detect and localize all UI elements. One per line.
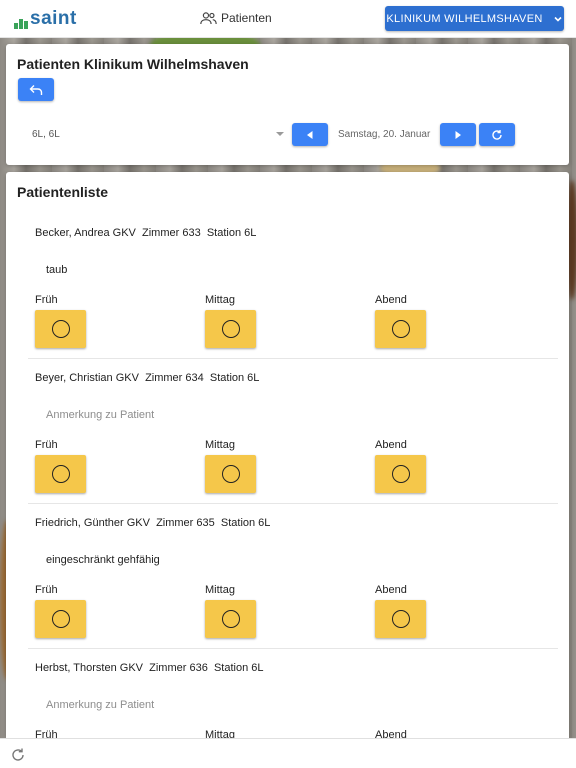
meal-label-breakfast: Früh	[35, 294, 58, 306]
patient-note-input[interactable]: Anmerkung zu Patient	[46, 699, 154, 711]
back-button[interactable]	[18, 78, 54, 101]
station-select[interactable]: 6L, 6L	[32, 124, 288, 144]
breakfast-order-button[interactable]	[35, 600, 86, 638]
circle-icon	[51, 465, 70, 483]
patient-station: Station 6L	[209, 372, 260, 384]
chevron-down-icon	[554, 16, 562, 22]
meal-label-breakfast: Früh	[35, 439, 58, 451]
patient-note[interactable]: eingeschränkt gehfähig	[46, 554, 160, 566]
nav-patients-link[interactable]: Patienten	[200, 11, 272, 25]
meal-label-breakfast: Früh	[35, 729, 58, 738]
patient-row: Beyer, Christian GKV Zimmer 634 Station …	[28, 359, 558, 504]
breakfast-order-button[interactable]	[35, 310, 86, 348]
bottom-bar	[0, 738, 576, 768]
meal-label-lunch: Mittag	[205, 439, 235, 451]
triangle-right-icon	[455, 130, 461, 139]
circle-icon	[51, 320, 70, 338]
station-select-value: 6L, 6L	[32, 128, 60, 140]
patient-list-card: Patientenliste Becker, Andrea GKV Zimmer…	[6, 172, 569, 738]
patient-room: Zimmer 634	[145, 372, 204, 384]
patient-row: Herbst, Thorsten GKV Zimmer 636 Station …	[28, 649, 558, 738]
patient-header[interactable]: Friedrich, Günther GKV Zimmer 635 Statio…	[35, 517, 270, 529]
patient-room: Zimmer 633	[142, 227, 201, 239]
logo-text: saint	[30, 8, 77, 29]
users-icon	[200, 12, 217, 25]
patient-row: Becker, Andrea GKV Zimmer 633 Station 6L…	[28, 214, 558, 359]
meal-label-dinner: Abend	[375, 439, 407, 451]
patient-list-title: Patientenliste	[17, 184, 109, 200]
next-day-button[interactable]	[440, 123, 476, 146]
patient-name: Beyer, Christian GKV	[35, 372, 139, 384]
clinic-select-button[interactable]: KLINIKUM WILHELMSHAVEN	[385, 6, 564, 31]
dropdown-caret-icon	[276, 132, 284, 136]
circle-icon	[391, 610, 410, 628]
patient-name: Herbst, Thorsten GKV	[35, 662, 144, 674]
patient-note-input[interactable]: Anmerkung zu Patient	[46, 409, 154, 421]
undo-arrow-icon	[29, 84, 43, 95]
patient-room: Zimmer 636	[149, 662, 208, 674]
triangle-left-icon	[307, 130, 313, 139]
patient-station: Station 6L	[220, 517, 271, 529]
patient-room: Zimmer 635	[156, 517, 215, 529]
circle-icon	[391, 465, 410, 483]
page-title: Patienten Klinikum Wilhelmshaven	[17, 56, 249, 72]
meal-label-lunch: Mittag	[205, 294, 235, 306]
meal-label-dinner: Abend	[375, 584, 407, 596]
circle-icon	[221, 320, 240, 338]
patient-row: Friedrich, Günther GKV Zimmer 635 Statio…	[28, 504, 558, 649]
current-date: Samstag, 20. Januar	[338, 129, 431, 140]
meal-label-dinner: Abend	[375, 729, 407, 738]
nav-patients-label: Patienten	[221, 11, 272, 25]
lunch-order-button[interactable]	[205, 310, 256, 348]
dinner-order-button[interactable]	[375, 310, 426, 348]
refresh-icon	[492, 129, 502, 140]
reload-icon[interactable]	[10, 747, 26, 763]
patient-station: Station 6L	[213, 662, 264, 674]
dinner-order-button[interactable]	[375, 455, 426, 493]
patient-name: Friedrich, Günther GKV	[35, 517, 150, 529]
top-navigation-bar: saint Patienten KLINIKUM WILHELMSHAVEN	[0, 0, 576, 38]
patient-note[interactable]: taub	[46, 264, 67, 276]
patient-header[interactable]: Becker, Andrea GKV Zimmer 633 Station 6L	[35, 227, 256, 239]
patient-header[interactable]: Beyer, Christian GKV Zimmer 634 Station …	[35, 372, 259, 384]
circle-icon	[221, 610, 240, 628]
circle-icon	[221, 465, 240, 483]
breakfast-order-button[interactable]	[35, 455, 86, 493]
saint-logo[interactable]: saint	[14, 9, 77, 29]
clinic-select-label: KLINIKUM WILHELMSHAVEN	[386, 12, 543, 25]
patient-station: Station 6L	[206, 227, 257, 239]
previous-day-button[interactable]	[292, 123, 328, 146]
lunch-order-button[interactable]	[205, 455, 256, 493]
refresh-button[interactable]	[479, 123, 515, 146]
meal-label-dinner: Abend	[375, 294, 407, 306]
patient-name: Becker, Andrea GKV	[35, 227, 136, 239]
meal-label-lunch: Mittag	[205, 584, 235, 596]
circle-icon	[51, 610, 70, 628]
patients-header-card: Patienten Klinikum Wilhelmshaven 6L, 6L …	[6, 44, 569, 165]
logo-bars-icon	[14, 13, 28, 29]
dinner-order-button[interactable]	[375, 600, 426, 638]
patient-header[interactable]: Herbst, Thorsten GKV Zimmer 636 Station …	[35, 662, 264, 674]
circle-icon	[391, 320, 410, 338]
meal-label-breakfast: Früh	[35, 584, 58, 596]
lunch-order-button[interactable]	[205, 600, 256, 638]
meal-label-lunch: Mittag	[205, 729, 235, 738]
